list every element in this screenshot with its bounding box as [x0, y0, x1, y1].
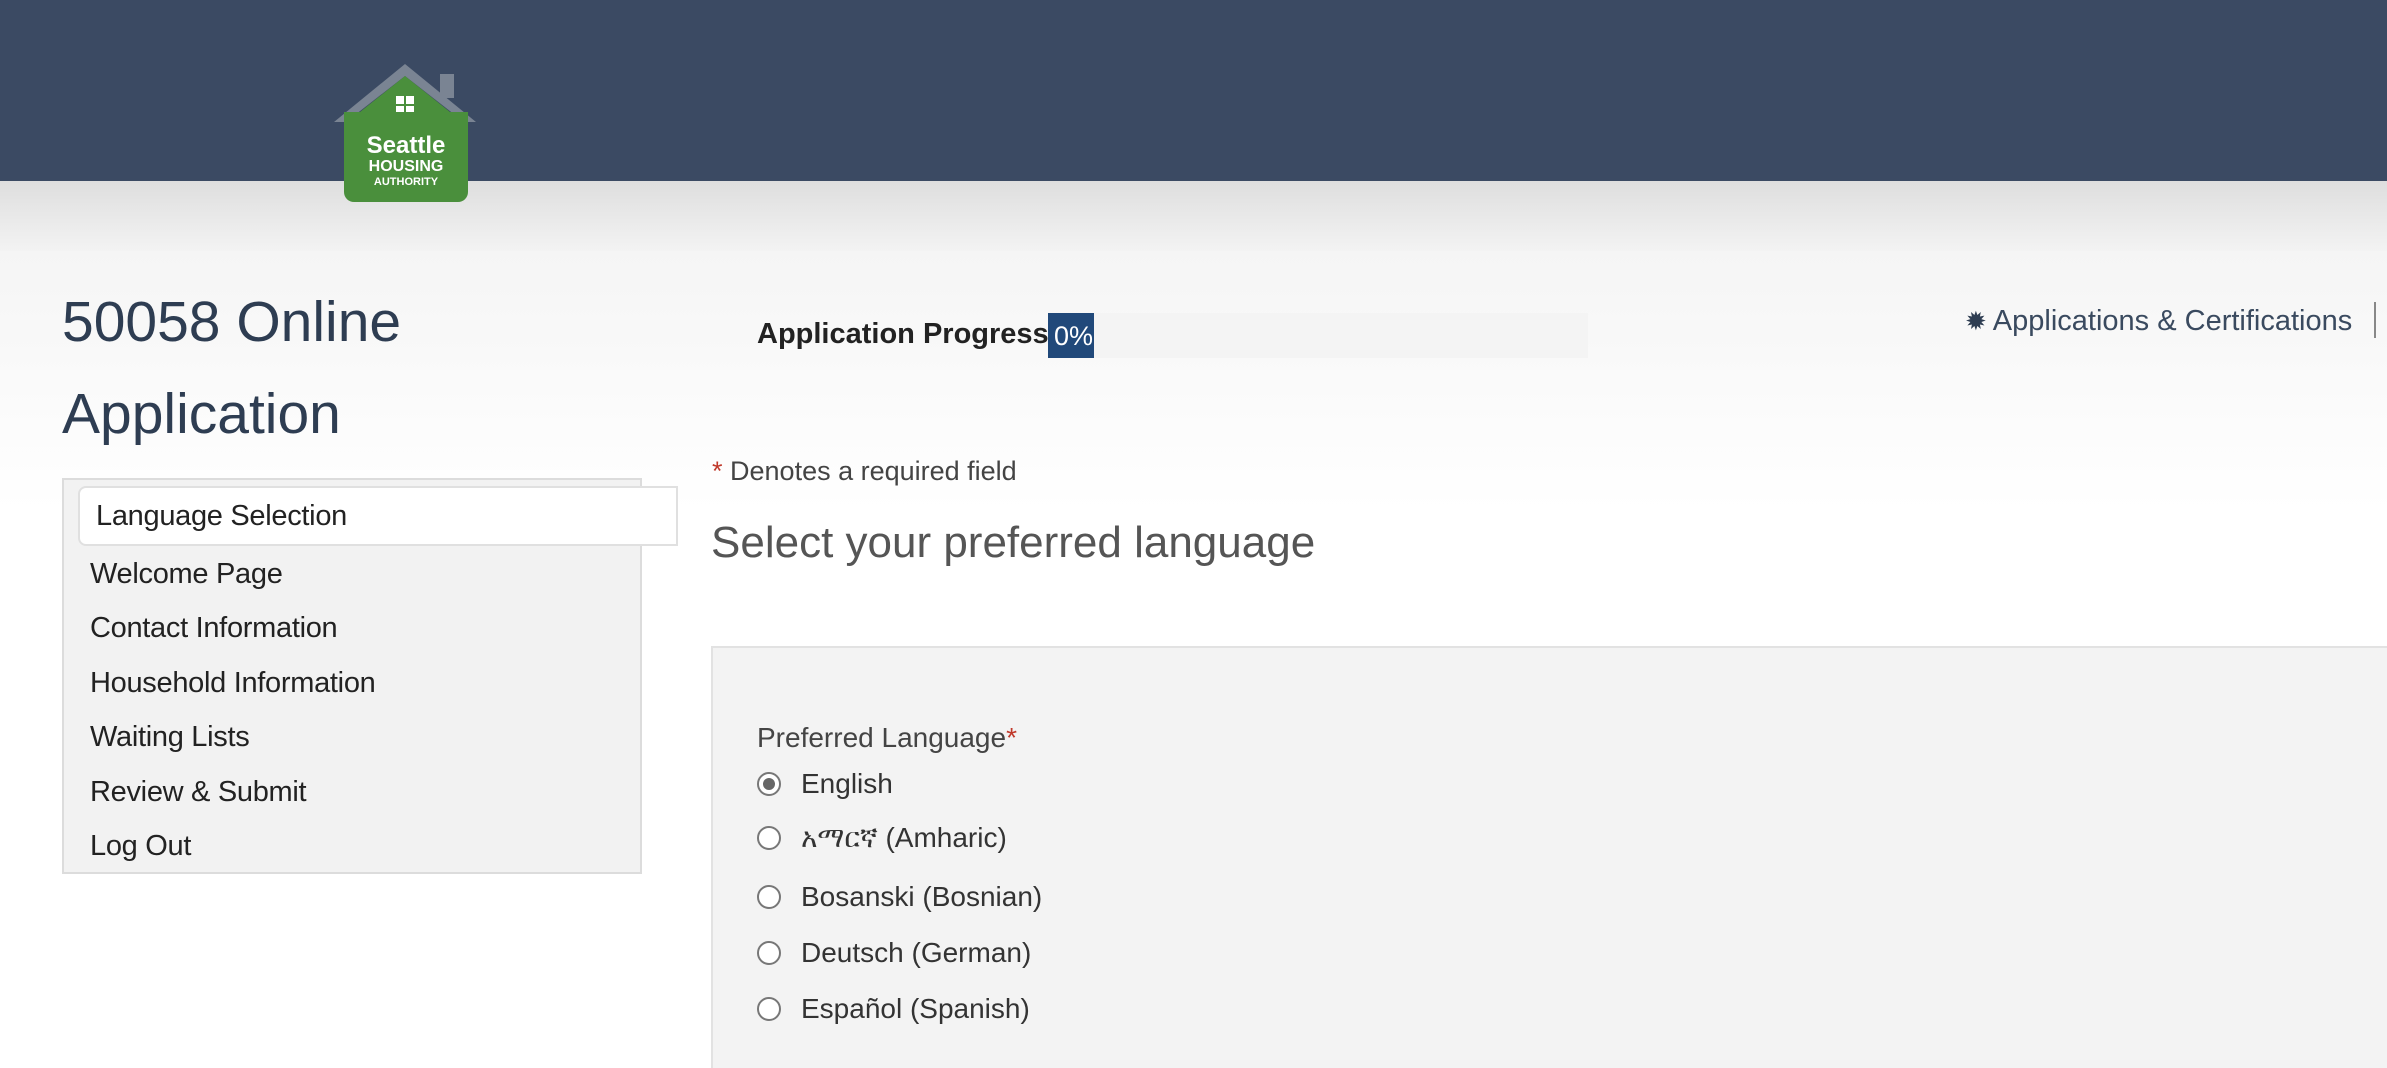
language-option-label: Deutsch (German) [801, 937, 1032, 968]
section-title: Select your preferred language [711, 518, 1316, 567]
progress-fill: 0% [1048, 313, 1094, 358]
required-note-text: Denotes a required field [722, 456, 1017, 486]
applications-certifications-link[interactable]: ✹ Applications & Certifications [1965, 305, 2352, 338]
sidebar-nav: Language Selection Welcome Page Contact … [62, 478, 678, 874]
logo-text-authority: AUTHORITY [373, 176, 439, 188]
logo-text-seattle: Seattle [366, 132, 446, 159]
radio-button[interactable] [757, 826, 781, 850]
progress-value: 0% [1054, 321, 1094, 351]
sidebar-item-waiting-lists[interactable]: Waiting Lists [90, 721, 250, 754]
sidebar-item-welcome-page[interactable]: Welcome Page [90, 558, 283, 591]
language-option-label: Español (Spanish) [801, 993, 1030, 1024]
radio-button[interactable] [757, 885, 781, 909]
sidebar-item-household-information[interactable]: Household Information [90, 667, 376, 700]
logo-sign: Seattle HOUSING AUTHORITY [344, 112, 468, 202]
page-title: 50058 Online Application [62, 290, 402, 446]
progress-label: Application Progress [757, 318, 1049, 350]
required-field-note: * Denotes a required field [712, 456, 1017, 487]
required-star: * [712, 456, 723, 486]
applications-certifications-label: Applications & Certifications [1992, 305, 2353, 337]
sidebar-item-language-selection[interactable]: Language Selection [78, 486, 678, 546]
sidebar-item-review-submit[interactable]: Review & Submit [90, 776, 307, 809]
top-link-divider [2374, 302, 2376, 338]
sidebar-item-log-out[interactable]: Log Out [90, 830, 191, 863]
logo-text-housing: HOUSING [368, 158, 444, 175]
language-option-label: English [801, 768, 893, 799]
gear-icon: ✹ [1965, 306, 1987, 336]
radio-button[interactable] [757, 997, 781, 1021]
sidebar-item-contact-information[interactable]: Contact Information [90, 612, 338, 645]
language-option-label: Bosanski (Bosnian) [801, 881, 1043, 912]
language-option-label: አማርኛ (Amharic) [801, 822, 1007, 853]
radio-button-checked[interactable] [757, 772, 781, 796]
preferred-language-label: Preferred Language* [757, 722, 1017, 754]
seattle-housing-authority-logo[interactable]: Seattle HOUSING AUTHORITY [328, 60, 482, 202]
preferred-language-label-text: Preferred Language [757, 722, 1007, 753]
radio-button[interactable] [757, 941, 781, 965]
required-star: * [1006, 722, 1017, 753]
progress-bar: 0% [1048, 313, 1588, 358]
